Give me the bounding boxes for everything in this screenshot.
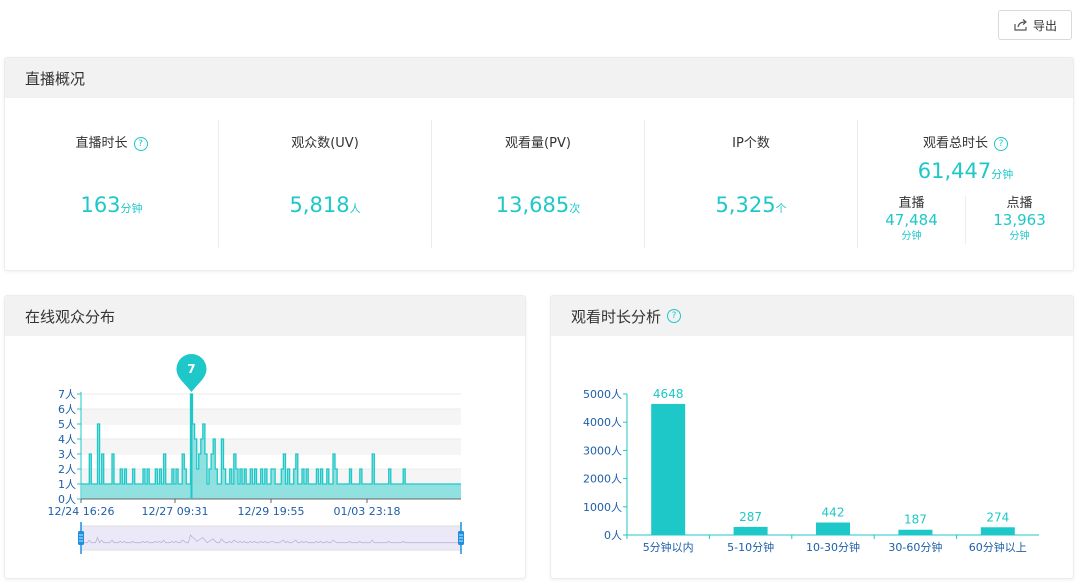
y-tick-label: 1000人 (583, 501, 622, 514)
bar (816, 522, 850, 535)
stat-uv: 观众数(UV) 5,818人 (219, 120, 432, 248)
y-tick-label: 4人 (58, 433, 76, 446)
stat-label: 观众数(UV) (291, 136, 359, 151)
bar-value-label: 287 (739, 510, 762, 524)
bar (898, 529, 933, 535)
help-icon[interactable]: ? (667, 309, 682, 323)
stat-value: 5,818 (289, 193, 350, 217)
duration-analysis-card: 观看时长分析? 0人 1000人 2000人 3000人 4000人 5000人 4648 5… (550, 295, 1074, 579)
y-tick-label: 2人 (58, 463, 76, 476)
x-tick-label: 12/24 16:26 (48, 505, 115, 518)
stat-label: IP个数 (732, 136, 770, 151)
x-tick-label: 10-30分钟 (806, 540, 860, 554)
x-tick-label: 5-10分钟 (727, 540, 774, 554)
vod-value: 13,963 (993, 211, 1046, 229)
stat-unit: 分钟 (991, 168, 1014, 181)
duration-header: 观看时长分析? (551, 296, 1073, 336)
y-tick-label: 5000人 (583, 388, 622, 401)
bar-value-label: 274 (986, 510, 1009, 524)
y-tick-label: 4000人 (583, 416, 622, 429)
online-audience-chart: 0人1人2人3人4人5人6人7人12/24 16:26 12/27 09:31 12… (48, 354, 464, 554)
total-breakdown: 直播 47,484 分钟 点播 13,963 分钟 (858, 196, 1073, 244)
live-unit: 分钟 (901, 231, 922, 242)
stat-unit: 个 (775, 202, 787, 215)
stat-label: 观看量(PV) (505, 136, 571, 151)
stat-unit: 人 (349, 202, 361, 215)
live-value: 47,484 (885, 211, 938, 229)
stat-label: 直播时长 (75, 136, 128, 151)
bar (651, 403, 686, 535)
y-tick-label: 0人 (604, 529, 622, 542)
total-vod: 点播 13,963 分钟 (966, 196, 1073, 244)
bar (733, 526, 768, 535)
duration-bar-chart: 0人 1000人 2000人 3000人 4000人 5000人 4648 5分钟以内 287 5… (583, 387, 1039, 554)
vod-unit: 分钟 (1009, 231, 1030, 242)
stat-pv: 观看量(PV) 13,685次 (432, 120, 645, 248)
x-tick-label: 01/03 23:18 (334, 505, 401, 518)
online-header: 在线观众分布 (5, 296, 525, 336)
duration-title: 观看时长分析 (571, 307, 662, 326)
export-icon (1014, 19, 1027, 31)
x-tick-label: 12/29 19:55 (238, 505, 305, 518)
grid-band (81, 439, 461, 454)
stat-live-duration: 直播时长? 163分钟 (5, 120, 219, 248)
overview-card: 直播概况 直播时长? 163分钟 观众数(UV) 5,818人 观看量(PV) … (4, 57, 1074, 271)
stat-value: 5,325 (715, 193, 776, 217)
help-icon[interactable]: ? (994, 136, 1008, 151)
stat-unit: 次 (569, 202, 581, 215)
overview-header: 直播概况 (5, 58, 1073, 98)
stat-unit: 分钟 (120, 202, 143, 215)
bar-value-label: 4648 (653, 387, 684, 401)
x-tick-label: 60分钟以上 (969, 540, 1027, 554)
x-tick-label: 30-60分钟 (888, 540, 942, 554)
y-tick-label: 5人 (58, 418, 76, 431)
bar-value-label: 442 (822, 506, 845, 520)
y-tick-label: 3人 (58, 448, 76, 461)
stat-value: 61,447 (917, 159, 992, 183)
online-title: 在线观众分布 (25, 307, 116, 326)
stat-value: 163 (80, 193, 121, 217)
y-tick-label: 2000人 (583, 473, 622, 486)
stat-total-duration: 观看总时长? 61,447分钟 直播 47,484 分钟 点播 13,963 分… (858, 120, 1073, 260)
export-button[interactable]: 导出 (998, 10, 1072, 40)
overview-title: 直播概况 (25, 69, 86, 88)
live-label: 直播 (898, 196, 925, 211)
total-live: 直播 47,484 分钟 (858, 196, 966, 244)
x-tick-label: 12/27 09:31 (142, 505, 209, 518)
vod-label: 点播 (1006, 196, 1033, 211)
y-tick-label: 6人 (58, 403, 76, 416)
y-tick-label: 3000人 (583, 444, 622, 457)
y-tick-label: 7人 (58, 388, 76, 401)
peak-label: 7 (187, 362, 195, 376)
stat-label: 观看总时长 (922, 136, 988, 151)
stat-value: 13,685 (495, 193, 570, 217)
help-icon[interactable]: ? (133, 136, 148, 151)
bar (980, 527, 1015, 535)
y-tick-label: 1人 (58, 478, 76, 491)
bar-value-label: 187 (904, 513, 927, 527)
zoom-slider (80, 525, 462, 551)
grid-band (81, 409, 461, 424)
export-label: 导出 (1032, 18, 1057, 33)
stat-ip: IP个数 5,325个 (645, 120, 858, 248)
x-tick-label: 5分钟以内 (643, 540, 694, 554)
online-audience-card: 在线观众分布 0人 1人 2人 3人 4人 5人 6人 7人 12/24 16:26 12/27 … (4, 295, 526, 579)
